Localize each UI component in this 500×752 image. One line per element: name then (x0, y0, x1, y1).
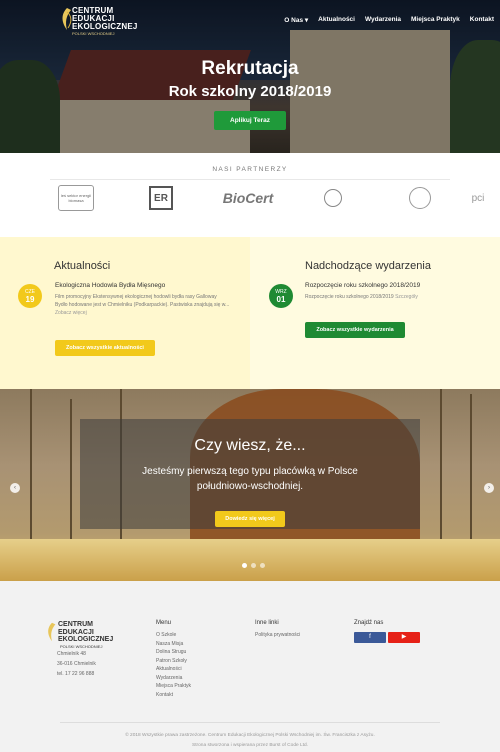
slider-dot[interactable] (251, 563, 256, 568)
did-you-know-text: Jesteśmy pierwszą tego typu placówką w P… (142, 466, 358, 492)
learn-more-button[interactable]: Dowiedz się więcej (215, 511, 285, 527)
footer-logo[interactable]: CENTRUM EDUKACJI EKOLOGICZNEJ POLSKI WSC… (46, 621, 136, 651)
leaf-logo-icon (48, 622, 56, 642)
footer-link[interactable]: Patron Szkoły (156, 657, 191, 666)
footer-link[interactable]: Dolina Strugu (156, 648, 191, 657)
slider-dots (242, 563, 265, 568)
partner-logo-4[interactable] (322, 185, 344, 211)
footer-find-title: Znajdź nas (354, 620, 384, 626)
footer-logo-text: CENTRUM EDUKACJI EKOLOGICZNEJ (58, 621, 114, 643)
footer-link[interactable]: Aktualności (156, 665, 191, 674)
footer-link[interactable]: Nasza Misja (156, 640, 191, 649)
main-menu: O Nas ▾ Aktualności Wydarzenia Miejsca P… (284, 16, 494, 24)
footer-link[interactable]: Miejsca Praktyk (156, 682, 191, 691)
partner-logo-biocert[interactable]: BioCert (218, 185, 278, 211)
hero-subtitle: Rok szkolny 2018/2019 (168, 83, 332, 100)
did-you-know-title: Czy wiesz, że... (194, 437, 306, 454)
events-section: Nadchodzące wydarzenia (250, 237, 500, 389)
news-title: Aktualności (54, 260, 111, 272)
nav-item-miejsca-praktyk[interactable]: Miejsca Praktyk (411, 16, 460, 24)
slider-dot[interactable] (242, 563, 247, 568)
footer-link[interactable]: O Szkole (156, 631, 191, 640)
partner-logo-5[interactable] (408, 185, 432, 211)
news-more-link[interactable]: Zobacz więcej (55, 310, 87, 316)
slider-next-arrow-icon[interactable]: › (484, 483, 494, 493)
partner-logo-2[interactable]: ER (148, 185, 174, 211)
nav-item-kontakt[interactable]: Kontakt (470, 16, 494, 24)
divider (60, 722, 440, 723)
event-details-link[interactable]: Szczegóły (395, 294, 418, 300)
all-news-button[interactable]: Zobacz wszystkie aktualności (55, 340, 155, 356)
slider-prev-arrow-icon[interactable]: ‹ (10, 483, 20, 493)
footer-logo-subtitle: POLSKI WSCHODNIEJ (60, 644, 103, 649)
footer-menu-title: Menu (156, 620, 172, 626)
partners-title: NASI PARTNERZY (212, 166, 288, 173)
event-item-text: Rozpoczęcie roku szkolnego 2018/2019 Szc… (305, 294, 418, 300)
youtube-icon[interactable]: ▶ (388, 632, 420, 643)
hero-section: CENTRUM EDUKACJI EKOLOGICZNEJ POLSKI WSC… (0, 0, 500, 153)
events-title: Nadchodzące wydarzenia (305, 260, 431, 272)
partner-logo-1[interactable]: leś sektor energii biomasa (58, 185, 94, 211)
privacy-policy-link[interactable]: Polityka prywatności (255, 631, 300, 640)
nav-item-o-nas[interactable]: O Nas ▾ (284, 16, 308, 24)
footer-address-line: Chmielnik 48 (57, 651, 86, 657)
news-date-badge: CZE 19 (18, 284, 42, 308)
all-events-button[interactable]: Zobacz wszystkie wydarzenia (305, 322, 405, 338)
hero-title: Rekrutacja (201, 58, 299, 79)
top-nav: CENTRUM EDUKACJI EKOLOGICZNEJ POLSKI WSC… (0, 0, 500, 40)
partner-logo-6[interactable]: pci (468, 185, 488, 211)
footer-link[interactable]: Kontakt (156, 691, 191, 700)
grass-image (0, 539, 500, 581)
footer-other-title: Inne linki (255, 620, 279, 626)
footer-link[interactable]: Wydarzenia (156, 674, 191, 683)
nav-item-aktualnosci[interactable]: Aktualności (318, 16, 355, 24)
footer-menu: O Szkole Nasza Misja Dolina Strugu Patro… (156, 631, 191, 699)
news-item-text: Film promocyjny Ekstensywnej ekologiczne… (55, 294, 230, 316)
partners-section: NASI PARTNERZY leś sektor energii biomas… (0, 153, 500, 237)
footer-other-links: Polityka prywatności (255, 631, 300, 640)
copyright: © 2018 Wszystkie prawa zastrzeżone. Cent… (125, 733, 375, 748)
facebook-icon[interactable]: f (354, 632, 386, 643)
slider-dot[interactable] (260, 563, 265, 568)
news-item-title[interactable]: Ekologiczna Hodowla Bydła Mięsnego (55, 282, 165, 289)
site-logo[interactable]: CENTRUM EDUKACJI EKOLOGICZNEJ POLSKI WSC… (60, 6, 150, 36)
event-date-badge: WRZ 01 (269, 284, 293, 308)
nav-item-wydarzenia[interactable]: Wydarzenia (365, 16, 401, 24)
footer-phone: tel. 17 22 96 888 (57, 671, 95, 677)
logo-subtitle: POLSKI WSCHODNIEJ (72, 31, 115, 36)
event-item-title[interactable]: Rozpoczęcie roku szkolnego 2018/2019 (305, 282, 420, 289)
divider (50, 179, 450, 180)
apply-button[interactable]: Aplikuj Teraz (214, 111, 286, 130)
footer-address-line: 36-016 Chmielnik (57, 661, 96, 667)
logo-text: CENTRUM EDUKACJI EKOLOGICZNEJ (72, 6, 138, 31)
